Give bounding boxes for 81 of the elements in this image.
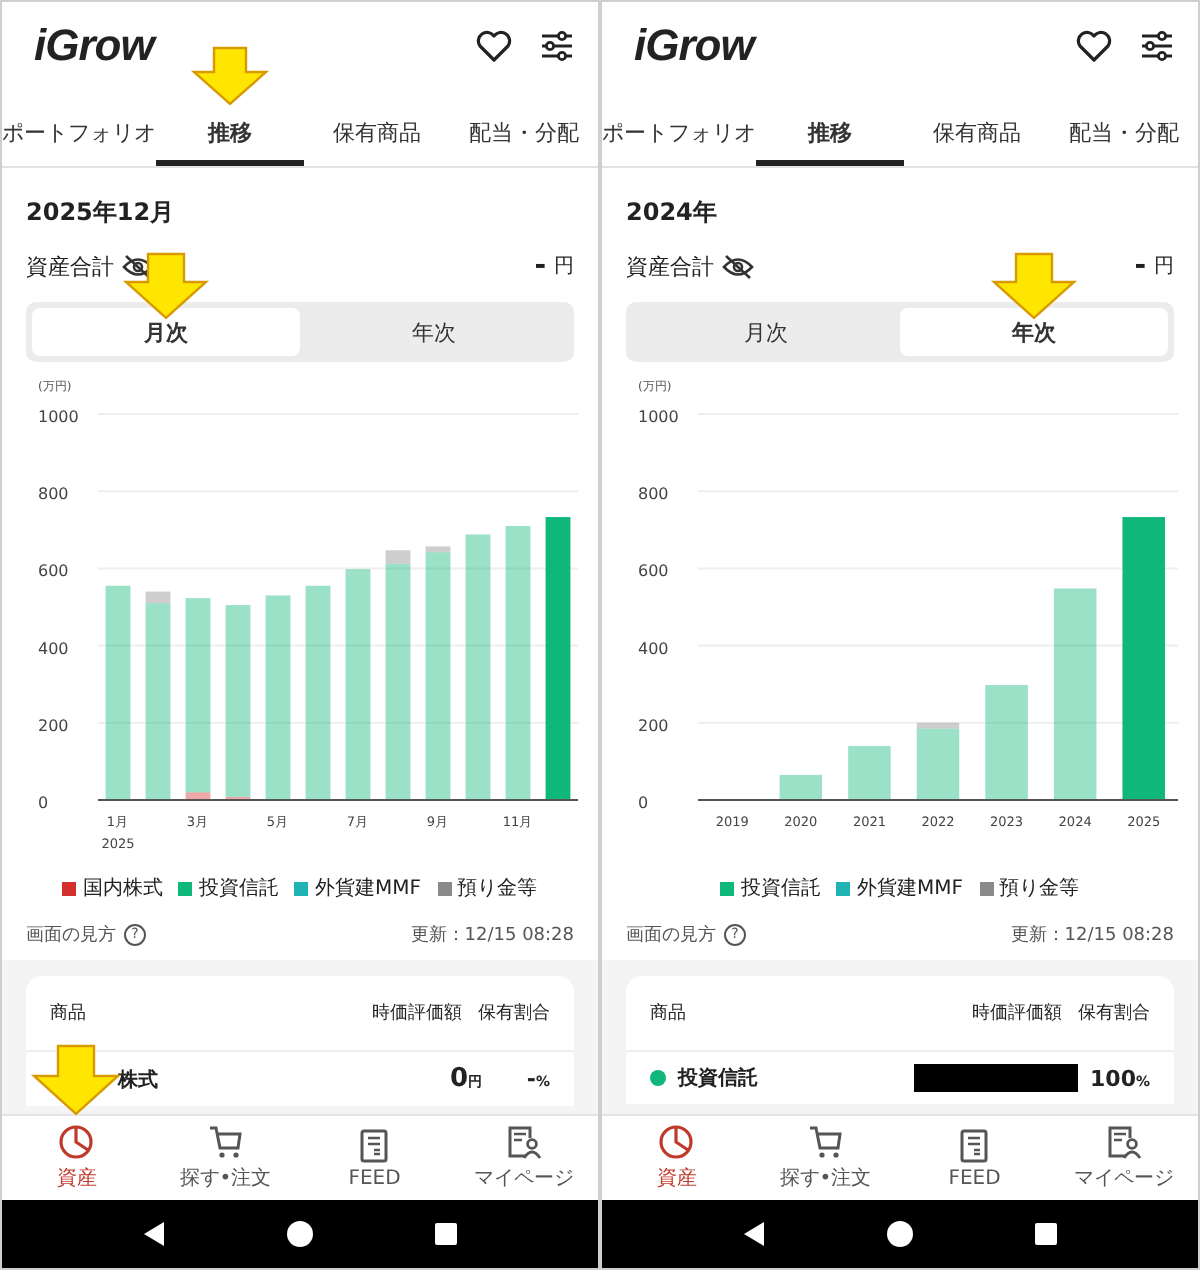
recent-apps-icon[interactable] xyxy=(434,1222,458,1246)
document-icon xyxy=(356,1127,393,1163)
cart-icon xyxy=(207,1124,244,1160)
help-link[interactable]: 画面の見方 xyxy=(26,922,116,948)
home-icon[interactable] xyxy=(286,1220,314,1248)
tab[interactable]: ポートフォリオ xyxy=(602,106,756,166)
settings-icon[interactable] xyxy=(1140,30,1174,62)
y-tick-label: 800 xyxy=(38,485,69,504)
bar xyxy=(848,745,891,800)
nav-item[interactable]: 資産 xyxy=(2,1116,151,1200)
y-tick-label: 200 xyxy=(638,716,669,735)
legend-label: 預り金等 xyxy=(999,876,1079,902)
nav-item[interactable]: マイページ xyxy=(449,1116,598,1200)
column-header: 時価評価額 xyxy=(372,1001,462,1026)
help-link[interactable]: 画面の見方 xyxy=(626,922,716,948)
legend-label: 預り金等 xyxy=(457,876,537,902)
y-tick-label: 400 xyxy=(638,639,669,658)
pie-chart-icon xyxy=(658,1124,695,1160)
tab[interactable]: ポートフォリオ xyxy=(2,106,156,166)
column-header: 保有割合 xyxy=(478,1001,550,1026)
y-tick-label: 1000 xyxy=(638,408,679,426)
y-tick-label: 600 xyxy=(38,562,69,581)
legend-label: 投資信託 xyxy=(740,875,821,902)
pie-chart-icon xyxy=(58,1124,95,1160)
nav-item[interactable]: FEED xyxy=(900,1116,1049,1200)
updated-time: 更新：12/15 08:28 xyxy=(410,923,574,948)
y-tick-label: 0 xyxy=(638,794,649,812)
column-header: 商品 xyxy=(650,1001,688,1026)
column-header: 商品 xyxy=(50,1001,88,1026)
nav-item[interactable]: 探す•注文 xyxy=(151,1116,300,1200)
total-label: 資産合計 xyxy=(626,251,714,281)
holding-name: 投資信託 xyxy=(678,1065,760,1092)
bar xyxy=(779,774,823,800)
app-logo: iGrow xyxy=(634,20,754,72)
total-label: 資産合計 xyxy=(26,251,114,281)
back-icon[interactable] xyxy=(742,1220,766,1248)
hidden-eye-icon[interactable] xyxy=(722,253,754,279)
segment-button[interactable]: 月次 xyxy=(632,308,900,356)
recent-apps-icon[interactable] xyxy=(1034,1222,1058,1246)
holding-name: 株式 xyxy=(118,1067,160,1093)
y-tick-label: 400 xyxy=(38,639,69,658)
y-tick-label: 600 xyxy=(638,562,669,581)
segment-button[interactable]: 年次 xyxy=(900,308,1168,356)
heart-icon[interactable] xyxy=(476,30,512,62)
y-tick-label: 800 xyxy=(638,485,669,504)
document-icon xyxy=(956,1127,993,1163)
period-title: 2024年 xyxy=(626,196,719,230)
total-value: - xyxy=(1134,250,1146,282)
legend-label: 外貨建MMF xyxy=(856,875,963,902)
home-icon[interactable] xyxy=(886,1220,914,1248)
segment-button[interactable]: 月次 xyxy=(32,308,300,356)
profile-document-icon xyxy=(505,1124,542,1160)
legend-label: 投資信託 xyxy=(198,875,279,902)
period-title: 2025年12月 xyxy=(26,196,177,230)
y-tick-label: 0 xyxy=(38,794,49,812)
settings-icon[interactable] xyxy=(540,30,574,62)
column-header: 時価評価額 xyxy=(972,1001,1062,1026)
cart-icon xyxy=(807,1124,844,1160)
segment-button[interactable]: 年次 xyxy=(300,308,568,356)
updated-time: 更新：12/15 08:28 xyxy=(1010,923,1174,948)
column-header: 保有割合 xyxy=(1078,1001,1150,1026)
tab[interactable]: 保有商品 xyxy=(903,106,1051,166)
nav-item[interactable]: 資産 xyxy=(602,1116,751,1200)
app-logo: iGrow xyxy=(34,20,154,72)
y-tick-label: 1000 xyxy=(38,408,79,426)
currency-unit: 円 xyxy=(554,254,574,280)
legend-label: 外貨建MMF xyxy=(314,875,421,902)
nav-item[interactable]: 探す•注文 xyxy=(751,1116,900,1200)
tab[interactable]: 保有商品 xyxy=(303,106,451,166)
tab[interactable]: 配当・分配 xyxy=(1050,106,1198,166)
profile-document-icon xyxy=(1105,1124,1142,1160)
heart-icon[interactable] xyxy=(1076,30,1112,62)
legend-label: 国内株式 xyxy=(82,875,163,902)
bar xyxy=(985,684,1028,800)
nav-item[interactable]: マイページ xyxy=(1049,1116,1198,1200)
nav-item[interactable]: FEED xyxy=(300,1116,449,1200)
back-icon[interactable] xyxy=(142,1220,166,1248)
tab[interactable]: 配当・分配 xyxy=(450,106,598,166)
currency-unit: 円 xyxy=(1154,254,1174,280)
total-value: - xyxy=(534,250,546,282)
y-tick-label: 200 xyxy=(38,716,69,735)
